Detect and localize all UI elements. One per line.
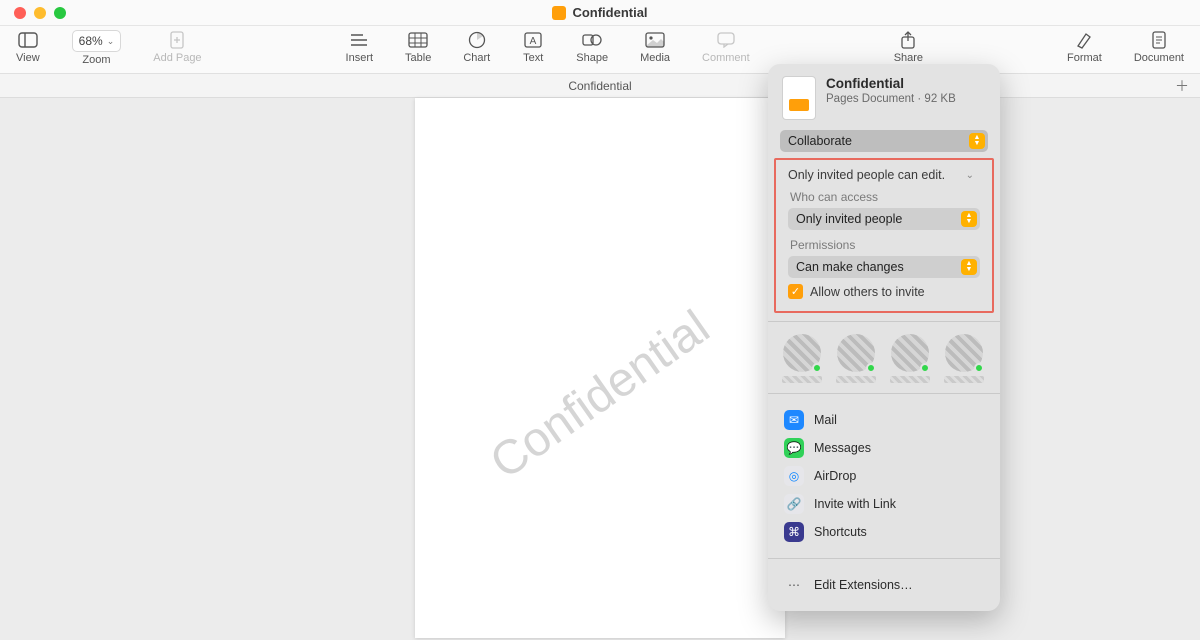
table-button[interactable]: Table xyxy=(399,30,437,64)
avatar xyxy=(945,334,983,372)
add-page-button[interactable]: Add Page xyxy=(147,30,207,66)
contact-item[interactable] xyxy=(944,334,984,383)
media-button[interactable]: Media xyxy=(634,30,676,64)
document-canvas[interactable]: Confidential xyxy=(0,98,1200,640)
document-tab[interactable]: Confidential xyxy=(568,79,631,93)
access-label: Who can access xyxy=(790,190,978,204)
contact-item[interactable] xyxy=(890,334,930,383)
checkbox-checked-icon[interactable]: ✓ xyxy=(788,284,803,299)
share-option-list: ✉ Mail 💬 Messages ◎ AirDrop 🔗 Invite wit… xyxy=(768,402,1000,550)
divider xyxy=(768,558,1000,559)
avatar xyxy=(891,334,929,372)
share-airdrop[interactable]: ◎ AirDrop xyxy=(776,462,992,490)
share-doc-title: Confidential xyxy=(826,76,956,91)
share-mode-select[interactable]: Collaborate ▲▼ xyxy=(780,130,988,152)
window-title: Confidential xyxy=(0,5,1200,20)
permissions-label: Permissions xyxy=(790,238,978,252)
share-mail[interactable]: ✉ Mail xyxy=(776,406,992,434)
document-page[interactable]: Confidential xyxy=(415,98,785,638)
shape-icon xyxy=(581,30,603,50)
document-tabstrip: Confidential ＋ xyxy=(0,74,1200,98)
table-icon xyxy=(407,30,429,50)
document-icon xyxy=(552,6,566,20)
insert-icon xyxy=(348,30,370,50)
link-icon: 🔗 xyxy=(784,494,804,514)
avatar xyxy=(783,334,821,372)
titlebar: Confidential xyxy=(0,0,1200,26)
format-icon xyxy=(1073,30,1095,50)
toolbar: View 68% ⌄ Zoom Add Page Insert xyxy=(0,26,1200,74)
stepper-icon: ▲▼ xyxy=(969,133,985,149)
contact-name-blur xyxy=(836,376,876,383)
new-tab-button[interactable]: ＋ xyxy=(1172,76,1192,96)
chevron-down-icon: ⌄ xyxy=(107,36,115,47)
share-settings-highlight: Only invited people can edit. ⌄ Who can … xyxy=(774,158,994,313)
airdrop-icon: ◎ xyxy=(784,466,804,486)
messages-icon: 💬 xyxy=(784,438,804,458)
text-button[interactable]: A Text xyxy=(516,30,550,64)
stepper-icon: ▲▼ xyxy=(961,211,977,227)
chart-button[interactable]: Chart xyxy=(457,30,496,64)
allow-others-row[interactable]: ✓ Allow others to invite xyxy=(788,284,980,299)
insert-button[interactable]: Insert xyxy=(340,30,380,64)
watermark-text: Confidential xyxy=(480,300,719,490)
contact-item[interactable] xyxy=(836,334,876,383)
view-button[interactable]: View xyxy=(10,30,46,66)
share-shortcuts[interactable]: ⌘ Shortcuts xyxy=(776,518,992,546)
share-doc-meta: Pages Document · 92 KB xyxy=(826,93,956,105)
contact-name-blur xyxy=(890,376,930,383)
document-button[interactable]: Document xyxy=(1128,30,1190,64)
divider xyxy=(768,321,1000,322)
contact-item[interactable] xyxy=(782,334,822,383)
sidebar-icon xyxy=(17,30,39,50)
share-messages[interactable]: 💬 Messages xyxy=(776,434,992,462)
zoom-control[interactable]: 68% ⌄ Zoom xyxy=(66,30,128,66)
svg-text:A: A xyxy=(530,36,537,47)
stepper-icon: ▲▼ xyxy=(961,259,977,275)
pages-document-icon xyxy=(782,76,816,120)
mail-icon: ✉ xyxy=(784,410,804,430)
zoom-value-field[interactable]: 68% ⌄ xyxy=(72,30,122,52)
text-icon: A xyxy=(522,30,544,50)
contact-name-blur xyxy=(944,376,984,383)
share-button[interactable]: Share xyxy=(888,30,929,64)
media-icon xyxy=(644,30,666,50)
format-button[interactable]: Format xyxy=(1061,30,1108,64)
comment-button[interactable]: Comment xyxy=(696,30,756,64)
share-popover: Confidential Pages Document · 92 KB Coll… xyxy=(768,64,1000,611)
permissions-select[interactable]: Can make changes ▲▼ xyxy=(788,256,980,278)
window-title-text: Confidential xyxy=(572,5,647,20)
shortcuts-icon: ⌘ xyxy=(784,522,804,542)
share-invite-link[interactable]: 🔗 Invite with Link xyxy=(776,490,992,518)
add-page-icon xyxy=(166,30,188,50)
chart-icon xyxy=(466,30,488,50)
comment-icon xyxy=(715,30,737,50)
suggested-contacts xyxy=(768,330,1000,385)
share-icon xyxy=(897,30,919,50)
edit-extensions[interactable]: ⋯ Edit Extensions… xyxy=(776,571,992,599)
share-summary-row[interactable]: Only invited people can edit. ⌄ xyxy=(788,168,980,182)
extension-icon: ⋯ xyxy=(784,575,804,595)
chevron-down-icon: ⌄ xyxy=(966,170,974,181)
access-select[interactable]: Only invited people ▲▼ xyxy=(788,208,980,230)
document-icon xyxy=(1148,30,1170,50)
divider xyxy=(768,393,1000,394)
shape-button[interactable]: Shape xyxy=(570,30,614,64)
avatar xyxy=(837,334,875,372)
contact-name-blur xyxy=(782,376,822,383)
